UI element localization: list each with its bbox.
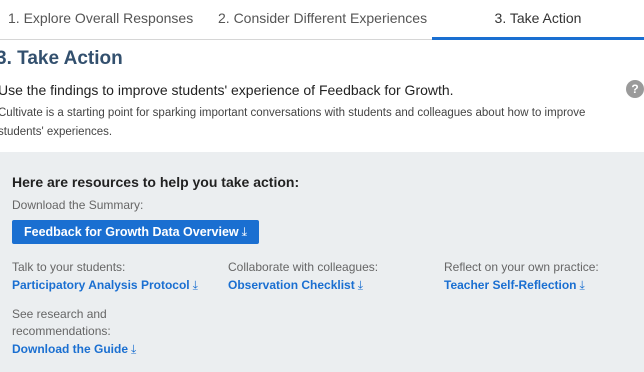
data-overview-download-button[interactable]: Feedback for Growth Data Overview ⤓ [12,220,260,244]
participatory-analysis-link-label: Participatory Analysis Protocol [12,278,190,292]
download-summary-label: Download the Summary: [12,198,144,212]
download-guide-link[interactable]: Download the Guide ⤓ [12,342,136,357]
question-icon[interactable]: ? [626,80,644,98]
lead-text: Use the findings to improve students' ex… [0,82,454,98]
download-button-label: Feedback for Growth Data Overview [24,225,239,239]
observation-checklist-link[interactable]: Observation Checklist ⤓ [228,278,363,293]
teacher-self-reflection-link[interactable]: Teacher Self-Reflection ⤓ [444,278,585,293]
active-tab-indicator [432,37,644,40]
description-text: Cultivate is a starting point for sparki… [0,107,586,138]
talk-to-students-label: Talk to your students: [12,260,126,274]
download-icon: ⤓ [579,278,585,292]
download-icon: ⤓ [241,225,248,239]
download-icon: ⤓ [192,278,198,292]
download-icon: ⤓ [357,278,364,292]
page-title: 3. Take Action [0,48,123,69]
download-icon: ⤓ [131,342,137,356]
step-tabs: 1. Explore Overall Responses 2. Consider… [0,0,644,40]
tab-take-action[interactable]: 3. Take Action [432,0,644,40]
observation-checklist-link-label: Observation Checklist [228,278,355,292]
download-guide-link-label: Download the Guide [12,342,128,356]
tab-explore-overall-responses[interactable]: 1. Explore Overall Responses [8,0,193,40]
teacher-self-reflection-link-label: Teacher Self-Reflection [444,278,577,292]
reflect-practice-label: Reflect on your own practice: [444,260,599,274]
resources-panel: Here are resources to help you take acti… [0,152,644,372]
tab-consider-different-experiences[interactable]: 2. Consider Different Experiences [218,0,427,40]
collaborate-colleagues-label: Collaborate with colleagues: [228,260,379,274]
participatory-analysis-link[interactable]: Participatory Analysis Protocol ⤓ [12,278,198,293]
resources-heading: Here are resources to help you take acti… [12,174,300,190]
research-recommendations-label: See research and recommendations: [12,307,111,338]
